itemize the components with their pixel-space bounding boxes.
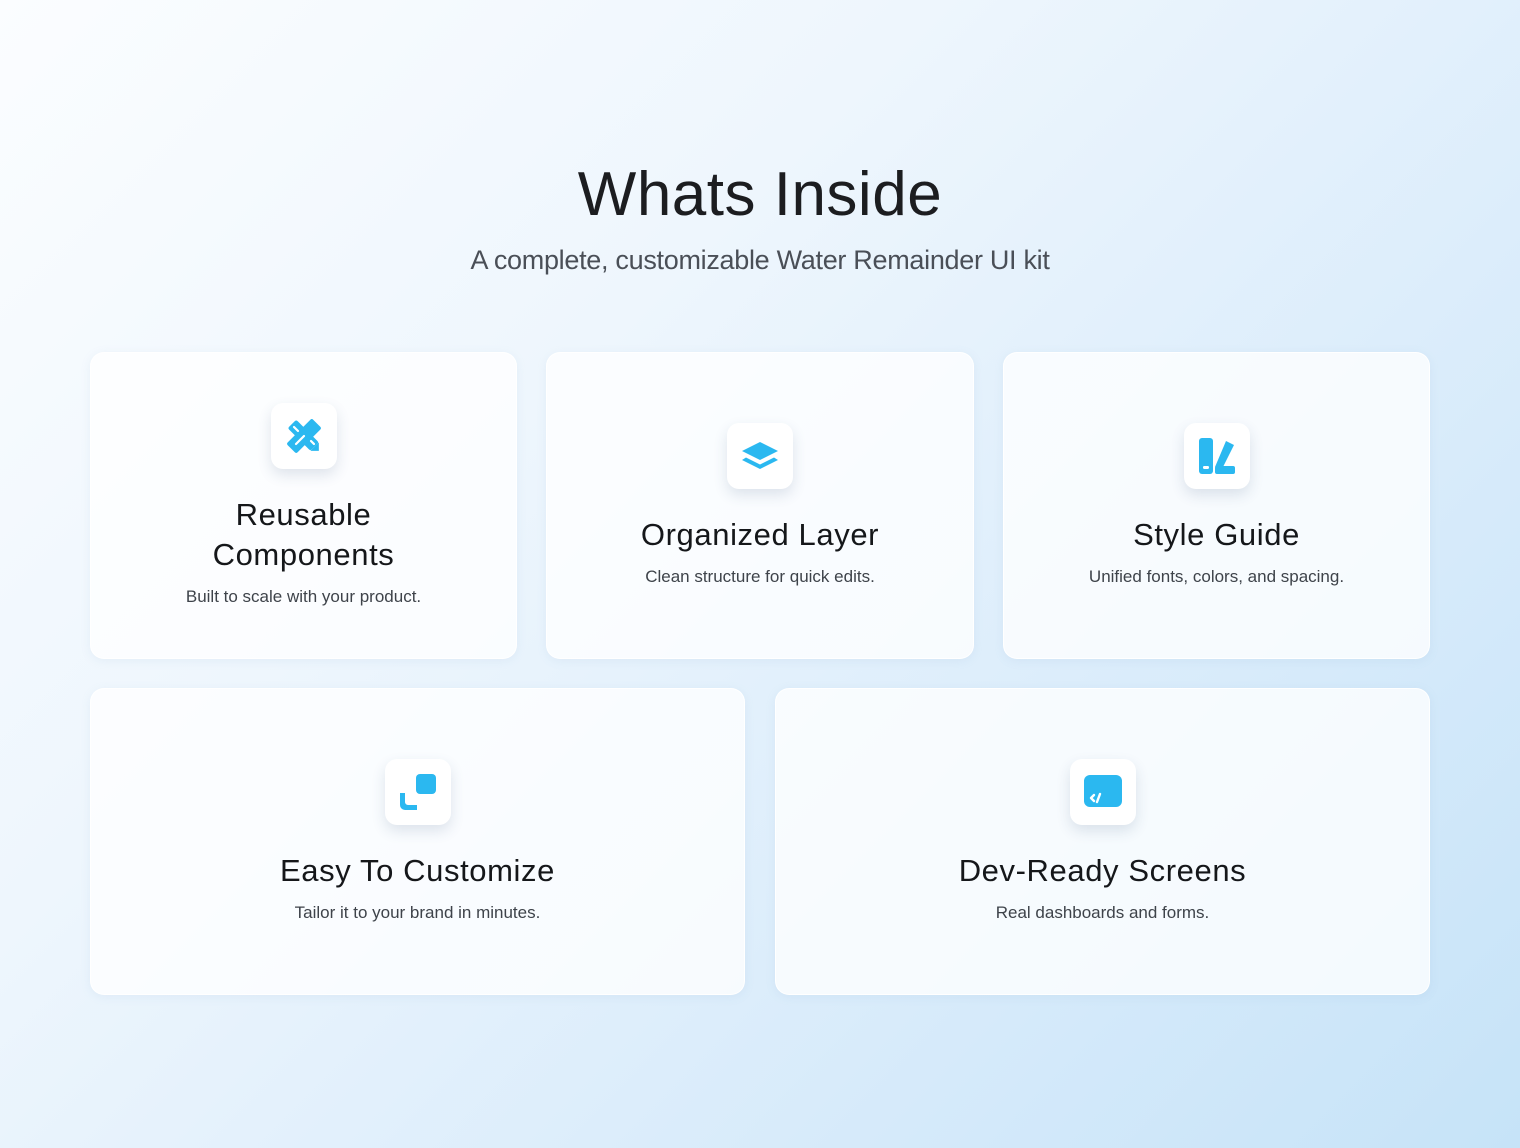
feature-card-reusable-components: Reusable Components Built to scale with … [90, 352, 517, 659]
section-header: Whats Inside A complete, customizable Wa… [0, 158, 1520, 278]
page-title: Whats Inside [577, 160, 943, 229]
feature-card-easy-to-customize: Easy To Customize Tailor it to your bran… [90, 688, 745, 995]
card-title: Organized Layer [640, 516, 880, 552]
resize-icon [384, 758, 451, 825]
card-title: Easy To Customize [280, 852, 555, 888]
card-title: Reusable Components [212, 496, 395, 572]
whats-inside-page: Whats Inside A complete, customizable Wa… [0, 0, 1520, 1148]
card-title: Dev-Ready Screens [958, 852, 1247, 888]
feature-card-dev-ready-screens: Dev-Ready Screens Real dashboards and fo… [775, 688, 1430, 995]
card-description: Real dashboards and forms. [995, 902, 1210, 922]
card-description: Unified fonts, colors, and spacing. [1088, 566, 1345, 586]
layers-icon [727, 422, 793, 489]
card-description: Clean structure for quick edits. [645, 566, 875, 586]
code-screen-icon [1069, 758, 1136, 825]
feature-card-style-guide: Style Guide Unified fonts, colors, and s… [1003, 352, 1430, 659]
card-description: Built to scale with your product. [185, 586, 422, 606]
swatch-icon [1183, 422, 1250, 489]
pencil-ruler-icon [270, 402, 337, 469]
page-subtitle: A complete, customizable Water Remainder… [470, 245, 1050, 275]
feature-card-organized-layer: Organized Layer Clean structure for quic… [546, 352, 974, 659]
card-title: Style Guide [1133, 516, 1300, 552]
card-description: Tailor it to your brand in minutes. [294, 902, 541, 922]
